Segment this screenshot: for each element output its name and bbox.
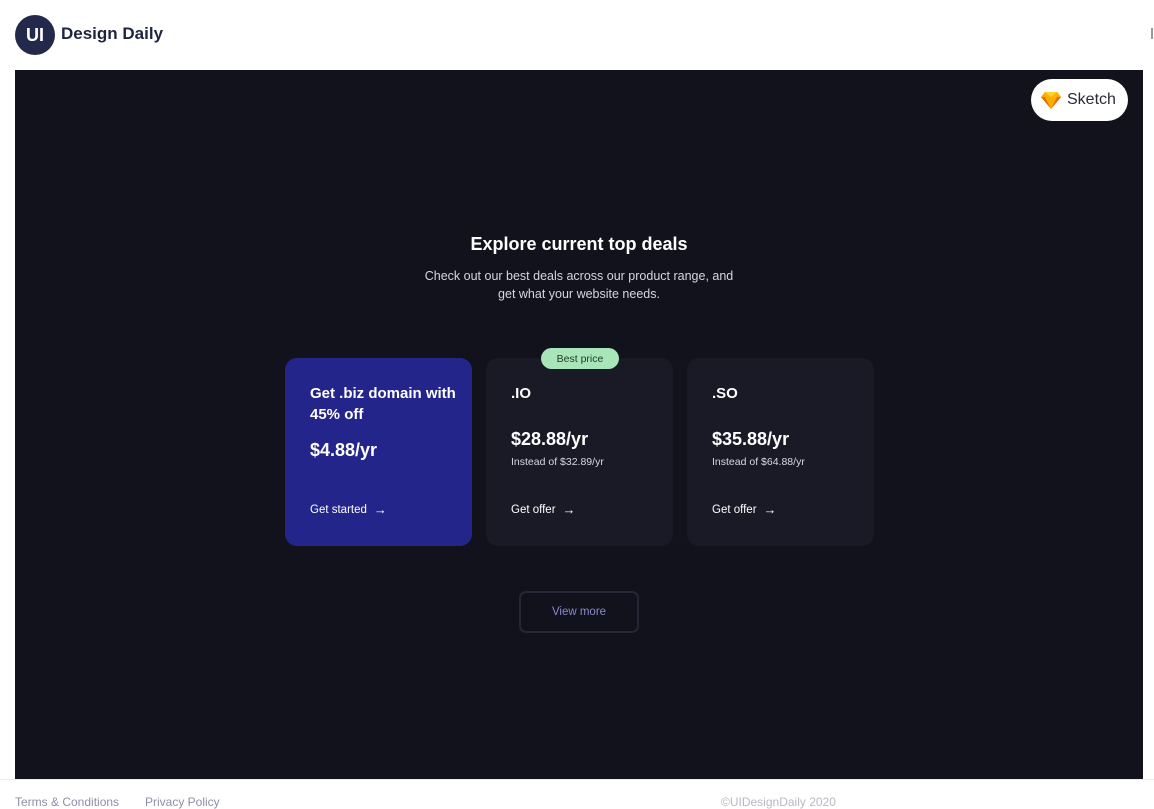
- arrow-right-icon: →: [763, 502, 777, 517]
- best-price-badge: Best price: [541, 348, 619, 369]
- deal-card-so[interactable]: .SO $35.88/yr Instead of $64.88/yr Get o…: [687, 358, 874, 546]
- arrow-right-icon: →: [562, 502, 576, 517]
- footer-divider: [0, 779, 1154, 780]
- top-bar: UI Design Daily: [0, 0, 1154, 70]
- cropped-edge-icon: [1151, 28, 1153, 39]
- copyright-text: ©UIDesignDaily 2020: [721, 795, 836, 809]
- deal-card-price: $28.88/yr: [511, 429, 589, 449]
- get-offer-label: Get offer: [712, 503, 757, 516]
- brand-name[interactable]: Design Daily: [61, 24, 163, 44]
- get-offer-link[interactable]: Get offer →: [712, 502, 777, 517]
- deal-card-io[interactable]: .IO $28.88/yr Instead of $32.89/yr Get o…: [486, 358, 673, 546]
- deal-card-old-price: Instead of $32.89/yr: [511, 456, 604, 468]
- deal-card-title: .IO: [511, 385, 532, 402]
- deal-card-old-price: Instead of $64.88/yr: [712, 456, 805, 468]
- deal-card-title: .SO: [712, 385, 738, 402]
- privacy-link[interactable]: Privacy Policy: [145, 795, 220, 809]
- page-subtitle: Check out our best deals across our prod…: [424, 269, 734, 301]
- sketch-diamond-icon: [1041, 92, 1061, 109]
- view-more-button[interactable]: View more: [519, 591, 639, 633]
- page-title: Explore current top deals: [470, 234, 688, 254]
- logo-mark[interactable]: UI: [15, 15, 55, 55]
- deal-card-price: $4.88/yr: [310, 440, 378, 460]
- get-started-label: Get started: [310, 503, 367, 516]
- get-started-link[interactable]: Get started →: [310, 502, 387, 517]
- deal-card-title: Get .biz domain with 45% off: [310, 385, 456, 423]
- get-offer-link[interactable]: Get offer →: [511, 502, 576, 517]
- sketch-button-label: Sketch: [1067, 91, 1116, 108]
- arrow-right-icon: →: [373, 502, 387, 517]
- preview-stage: Sketch Explore current top deals Check o…: [15, 70, 1143, 779]
- get-offer-label: Get offer: [511, 503, 556, 516]
- terms-link[interactable]: Terms & Conditions: [15, 795, 119, 809]
- sketch-button[interactable]: Sketch: [1031, 79, 1128, 121]
- deal-card-biz[interactable]: Get .biz domain with 45% off $4.88/yr Ge…: [285, 358, 472, 546]
- deal-card-price: $35.88/yr: [712, 429, 790, 449]
